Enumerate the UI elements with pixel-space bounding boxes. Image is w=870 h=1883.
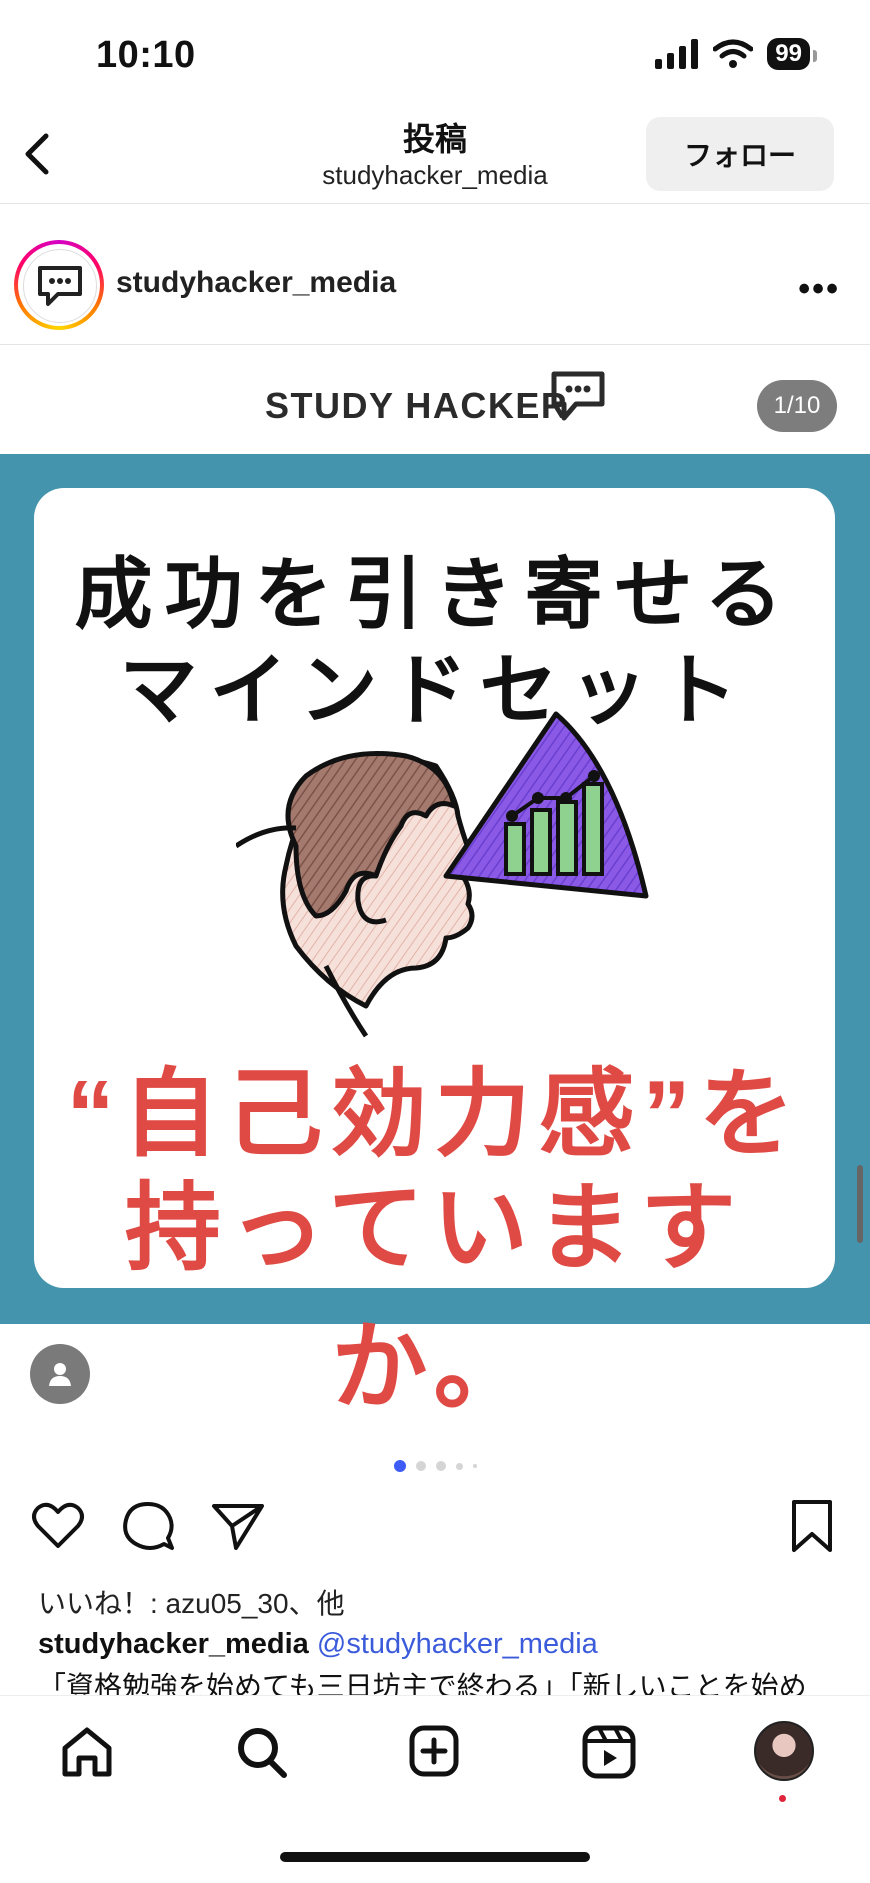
search-icon[interactable]: [232, 1724, 292, 1780]
signal-icon: [655, 39, 699, 69]
carousel-dot-active: [393, 1460, 406, 1472]
carousel-dot: [415, 1461, 426, 1471]
image-headline-4: 持っていますか。: [124, 1175, 745, 1421]
post-avatar[interactable]: [14, 240, 104, 330]
carousel-dot: [455, 1462, 463, 1470]
status-time: 10:10: [96, 34, 196, 76]
bookmark-icon[interactable]: [784, 1498, 840, 1554]
head-illustration: [236, 711, 649, 1038]
brand-logo: STUDY HACKER: [265, 385, 569, 426]
comment-icon[interactable]: [120, 1498, 176, 1554]
notification-dot: [779, 1795, 786, 1802]
tagged-users-button[interactable]: [30, 1344, 90, 1404]
brand-logo-icon: [551, 371, 605, 421]
profile-tab-avatar[interactable]: [754, 1721, 814, 1781]
caption-username[interactable]: studyhacker_media: [38, 1628, 309, 1660]
more-icon[interactable]: •••: [798, 270, 840, 309]
carousel-dot: [472, 1464, 477, 1468]
create-icon[interactable]: [404, 1724, 464, 1780]
person-icon: [49, 1363, 71, 1386]
caption: studyhacker_media @studyhacker_media: [38, 1628, 598, 1661]
battery-level: 99: [775, 40, 802, 67]
carousel-dot: [435, 1461, 446, 1471]
wifi-icon: [713, 39, 754, 68]
likes-text[interactable]: いいね！: azu05_30、他: [38, 1582, 345, 1622]
header-divider: [0, 203, 870, 204]
post-username[interactable]: studyhacker_media: [116, 266, 396, 300]
home-indicator: [280, 1852, 590, 1862]
carousel-dots: [0, 1460, 870, 1472]
scroll-indicator[interactable]: [857, 1165, 863, 1243]
caption-mention[interactable]: @studyhacker_media: [317, 1628, 598, 1660]
home-icon[interactable]: [57, 1724, 117, 1780]
status-icons: 99: [655, 38, 817, 70]
post-header-divider: [0, 344, 870, 345]
reels-icon[interactable]: [579, 1724, 639, 1780]
image-counter: 1/10: [757, 380, 837, 432]
share-icon[interactable]: [210, 1498, 266, 1554]
battery-indicator: 99: [767, 38, 817, 70]
heart-icon[interactable]: [30, 1498, 86, 1554]
follow-button[interactable]: フォロー: [646, 117, 834, 191]
speech-bubble-icon: [38, 266, 82, 306]
